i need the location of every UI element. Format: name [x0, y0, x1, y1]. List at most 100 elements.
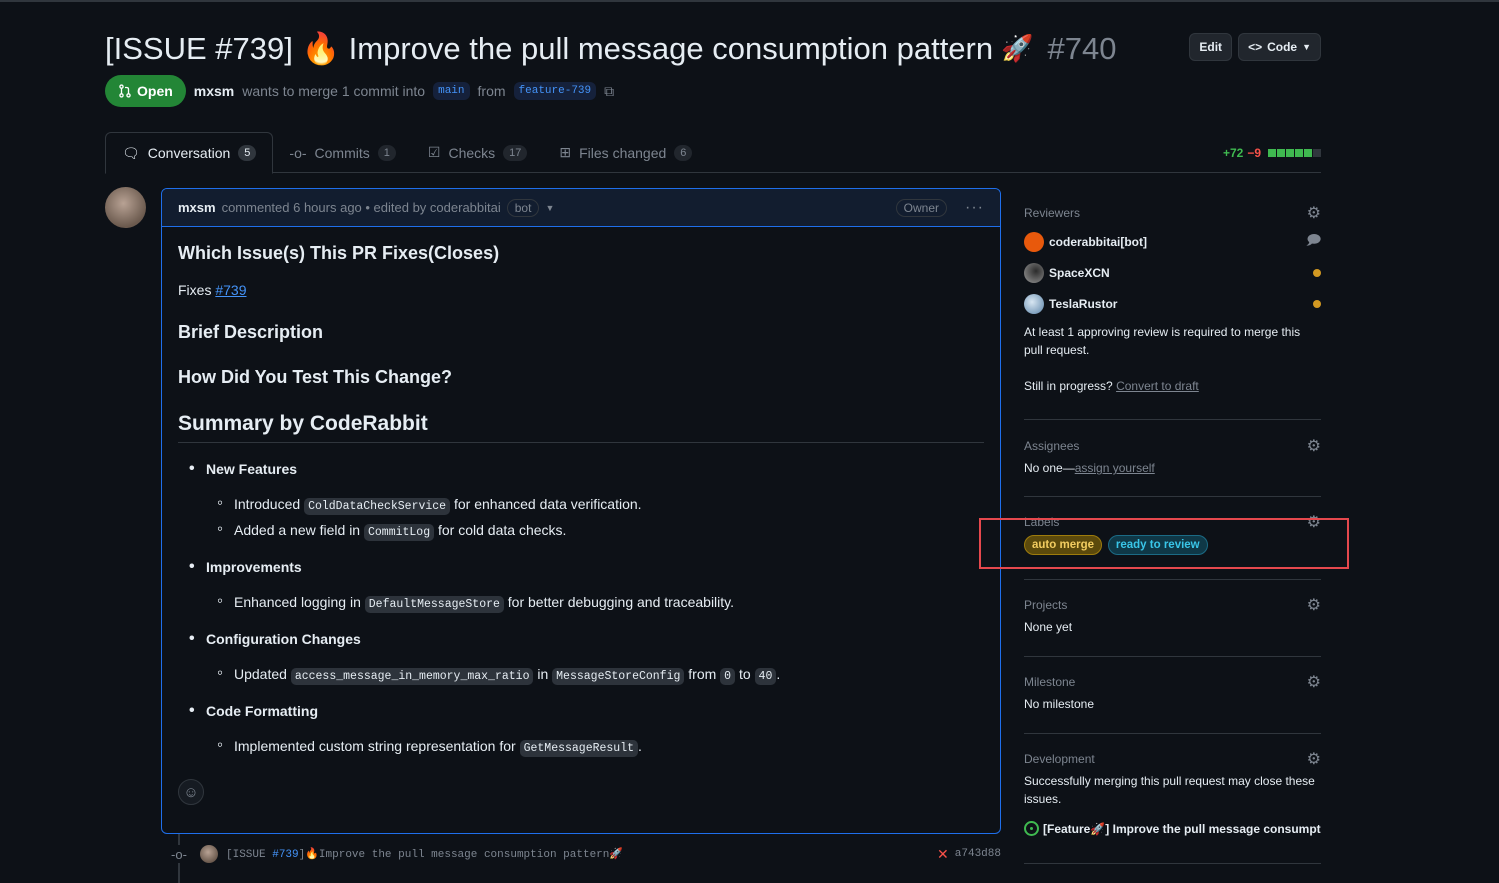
summary-list: New Features Introduced ColdDataCheckSer…	[178, 460, 984, 757]
kebab-horizontal-icon[interactable]: ···	[965, 199, 984, 217]
avatar[interactable]	[1024, 293, 1044, 314]
comment-author[interactable]: mxsm	[178, 200, 216, 215]
progress-text: Still in progress?	[1024, 379, 1113, 393]
item-text: for cold data checks.	[438, 522, 567, 538]
head-branch[interactable]: feature-739	[513, 82, 597, 100]
item-text: for enhanced data verification.	[453, 496, 642, 512]
rocket-icon: 🚀	[1001, 33, 1034, 63]
timeline-commit: -o- [ISSUE #739]🔥Improve the pull messag…	[170, 843, 1001, 865]
tab-label: Conversation	[147, 145, 231, 161]
from-text: from	[477, 83, 506, 99]
section-title: Assignees	[1024, 439, 1080, 453]
gear-icon[interactable]: ⚙	[1307, 749, 1321, 769]
tab-checks[interactable]: ☑ Checks 17	[412, 132, 544, 173]
merge-text: wants to merge 1 commit into	[242, 83, 426, 99]
commit-message[interactable]: [ISSUE #739]🔥Improve the pull message co…	[226, 847, 623, 861]
inline-code: DefaultMessageStore	[364, 596, 504, 613]
list-item: Implemented custom string representation…	[217, 735, 984, 757]
assignees-value: No one—assign yourself	[1024, 459, 1321, 477]
pending-dot-icon	[1313, 299, 1321, 308]
reviewer-name[interactable]: SpaceXCN	[1049, 266, 1110, 280]
pr-author[interactable]: mxsm	[194, 83, 234, 99]
avatar[interactable]	[200, 845, 218, 863]
comment-body: Which Issue(s) This PR Fixes(Closes) Fix…	[162, 227, 1000, 805]
gear-icon[interactable]: ⚙	[1307, 436, 1321, 456]
pr-title-row: [ISSUE #739] 🔥 Improve the pull message …	[105, 30, 1116, 67]
sublist: Enhanced logging in DefaultMessageStore …	[206, 591, 984, 613]
avatar[interactable]	[1024, 231, 1044, 252]
diffstat-bar	[1286, 149, 1294, 157]
reviewers-header[interactable]: Reviewers ⚙	[1024, 200, 1321, 226]
gear-icon[interactable]: ⚙	[1307, 203, 1321, 223]
heading-brief: Brief Description	[178, 322, 324, 342]
comment-header: mxsm commented 6 hours ago • edited by c…	[162, 189, 1000, 227]
diffstat[interactable]: +72 −9	[1223, 146, 1321, 160]
development-header[interactable]: Development ⚙	[1024, 746, 1321, 772]
inline-code: 40	[754, 668, 777, 685]
convert-to-draft-link[interactable]: Convert to draft	[1116, 379, 1199, 393]
list-item: Configuration Changes Updated access_mes…	[189, 630, 984, 685]
commit-prefix: [ISSUE	[226, 849, 273, 861]
diffstat-bar	[1313, 149, 1321, 157]
gear-icon[interactable]: ⚙	[1307, 672, 1321, 692]
copy-icon[interactable]: ⧉	[604, 83, 614, 100]
assignees-header[interactable]: Assignees ⚙	[1024, 433, 1321, 459]
item-text: .	[776, 666, 781, 682]
reviewers-section: Reviewers ⚙ coderabbitai[bot] 🗩 SpaceXCN…	[1024, 200, 1321, 395]
inline-code: MessageStoreConfig	[552, 668, 685, 685]
issue-link[interactable]: #739	[215, 282, 246, 298]
git-pull-request-icon	[119, 84, 131, 98]
code-button[interactable]: <> Code ▼	[1238, 33, 1321, 61]
list-item: Improvements Enhanced logging in Default…	[189, 558, 984, 613]
x-icon[interactable]: ✕	[937, 846, 949, 863]
comment-meta[interactable]: commented 6 hours ago • edited by codera…	[222, 200, 501, 215]
item-text: to	[738, 666, 751, 682]
commit-issue-link[interactable]: #739	[272, 849, 298, 861]
list-item: Introduced ColdDataCheckService for enha…	[217, 493, 984, 515]
tab-commits[interactable]: -o- Commits 1	[273, 132, 411, 173]
pr-description-comment: mxsm commented 6 hours ago • edited by c…	[161, 188, 1001, 834]
inline-code: ColdDataCheckService	[304, 498, 451, 515]
item-text: in	[537, 666, 549, 682]
reviewer-name[interactable]: TeslaRustor	[1049, 297, 1117, 311]
item-text: for better debugging and traceability.	[507, 594, 735, 610]
tab-conversation[interactable]: 🗨 Conversation 5	[105, 132, 274, 174]
base-branch[interactable]: main	[433, 82, 470, 100]
tab-label: Commits	[314, 144, 370, 161]
avatar[interactable]	[1024, 262, 1044, 283]
sublist: Implemented custom string representation…	[206, 735, 984, 757]
linked-issue[interactable]: [Feature🚀] Improve the pull message cons…	[1024, 821, 1321, 836]
tab-counter: 1	[377, 144, 396, 161]
fixes-label: Fixes	[178, 282, 212, 298]
smiley-icon[interactable]: ☺	[178, 779, 204, 805]
assignees-section: Assignees ⚙ No one—assign yourself	[1024, 433, 1321, 477]
milestone-header[interactable]: Milestone ⚙	[1024, 669, 1321, 695]
gear-icon[interactable]: ⚙	[1307, 595, 1321, 615]
triangle-down-icon[interactable]: ▼	[545, 203, 554, 213]
edit-button-label: Edit	[1199, 40, 1223, 54]
commit-sha[interactable]: a743d88	[955, 848, 1001, 860]
milestone-section: Milestone ⚙ No milestone	[1024, 669, 1321, 713]
triangle-down-icon: ▼	[1302, 42, 1311, 52]
reviewer-name[interactable]: coderabbitai[bot]	[1049, 235, 1147, 249]
list-item: Enhanced logging in DefaultMessageStore …	[217, 591, 984, 613]
comment-icon: 🗩	[1306, 231, 1321, 247]
assign-yourself-link[interactable]: assign yourself	[1075, 461, 1155, 475]
draft-line: Still in progress? Convert to draft	[1024, 377, 1321, 395]
list-item: Code Formatting Implemented custom strin…	[189, 702, 984, 757]
heading-summary: Summary by CodeRabbit	[178, 412, 984, 443]
sublist: Introduced ColdDataCheckService for enha…	[206, 493, 984, 541]
avatar[interactable]	[105, 187, 146, 228]
edit-button[interactable]: Edit	[1189, 33, 1233, 61]
bot-badge: bot	[506, 198, 540, 217]
checklist-icon: ☑	[427, 144, 441, 160]
diffstat-additions: +72	[1222, 146, 1244, 160]
fixes-line: Fixes #739	[178, 282, 984, 298]
projects-header[interactable]: Projects ⚙	[1024, 592, 1321, 618]
divider	[1024, 579, 1321, 580]
owner-badge: Owner	[895, 198, 948, 217]
section-title: Projects	[1024, 598, 1068, 612]
diffstat-bar	[1277, 149, 1285, 157]
tab-files-changed[interactable]: ⊞ Files changed 6	[543, 132, 708, 173]
item-text: Introduced	[234, 496, 301, 512]
